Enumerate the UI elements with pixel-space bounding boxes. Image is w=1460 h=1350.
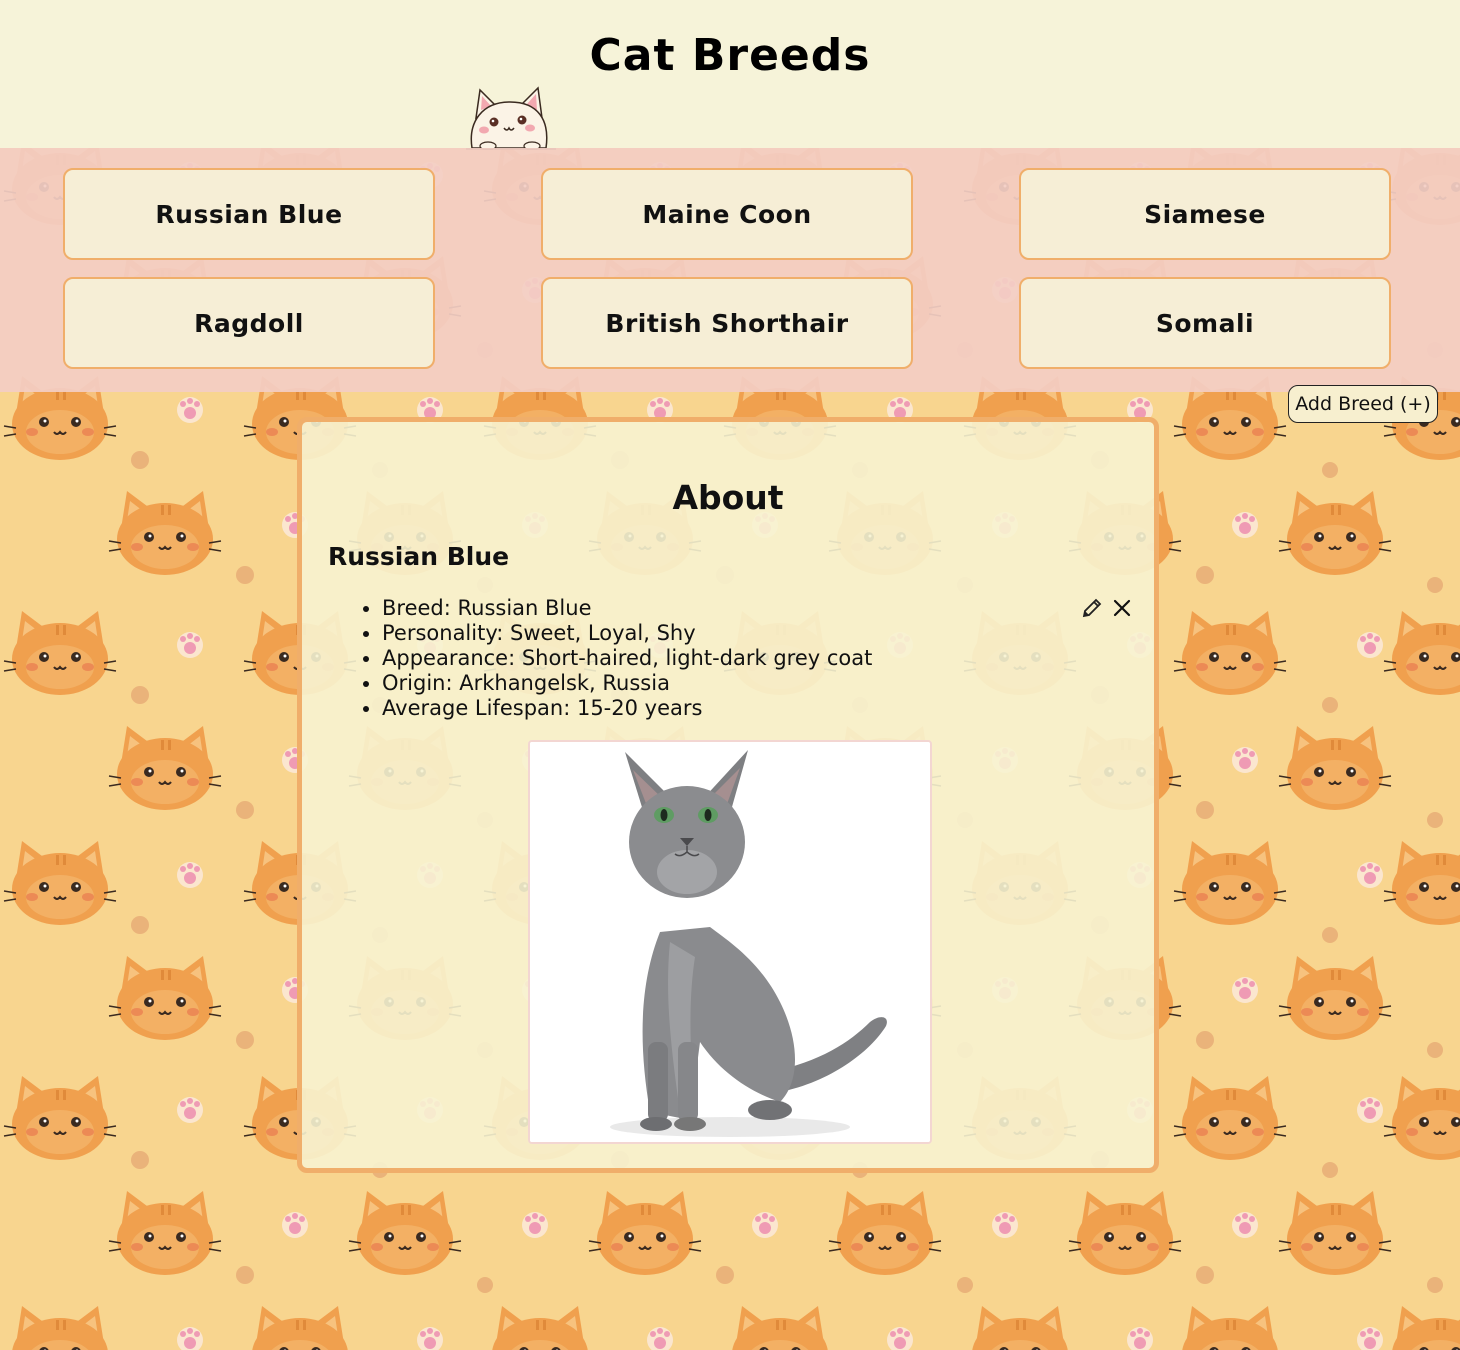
page-title: Cat Breeds	[589, 30, 871, 81]
grey-cat-illustration	[530, 742, 930, 1142]
selected-breed-name: Russian Blue	[328, 542, 510, 571]
breed-button-siamese[interactable]: Siamese	[1019, 168, 1391, 260]
breed-button-british-shorthair[interactable]: British Shorthair	[541, 277, 913, 369]
breed-button-russian-blue[interactable]: Russian Blue	[63, 168, 435, 260]
list-item: Average Lifespan: 15-20 years	[382, 696, 872, 721]
pencil-icon[interactable]	[1080, 596, 1104, 620]
close-icon[interactable]	[1110, 596, 1134, 620]
breed-selector: Russian Blue Maine Coon Siamese Ragdoll …	[0, 148, 1460, 392]
breed-facts-list: Breed: Russian Blue Personality: Sweet, …	[352, 596, 872, 721]
breed-button-ragdoll[interactable]: Ragdoll	[63, 277, 435, 369]
breed-button-somali[interactable]: Somali	[1019, 277, 1391, 369]
breed-button-maine-coon[interactable]: Maine Coon	[541, 168, 913, 260]
list-item: Personality: Sweet, Loyal, Shy	[382, 621, 872, 646]
kawaii-cat-peeking-icon	[466, 86, 556, 150]
list-item: Breed: Russian Blue	[382, 596, 872, 621]
about-heading: About	[672, 478, 784, 517]
add-breed-button[interactable]: Add Breed (+)	[1288, 385, 1438, 423]
list-item: Appearance: Short-haired, light-dark gre…	[382, 646, 872, 671]
app-header: Cat Breeds	[0, 0, 1460, 150]
breed-photo	[528, 740, 932, 1144]
list-item: Origin: Arkhangelsk, Russia	[382, 671, 872, 696]
about-card: About Russian Blue Breed: Russian Blue P…	[297, 417, 1159, 1173]
